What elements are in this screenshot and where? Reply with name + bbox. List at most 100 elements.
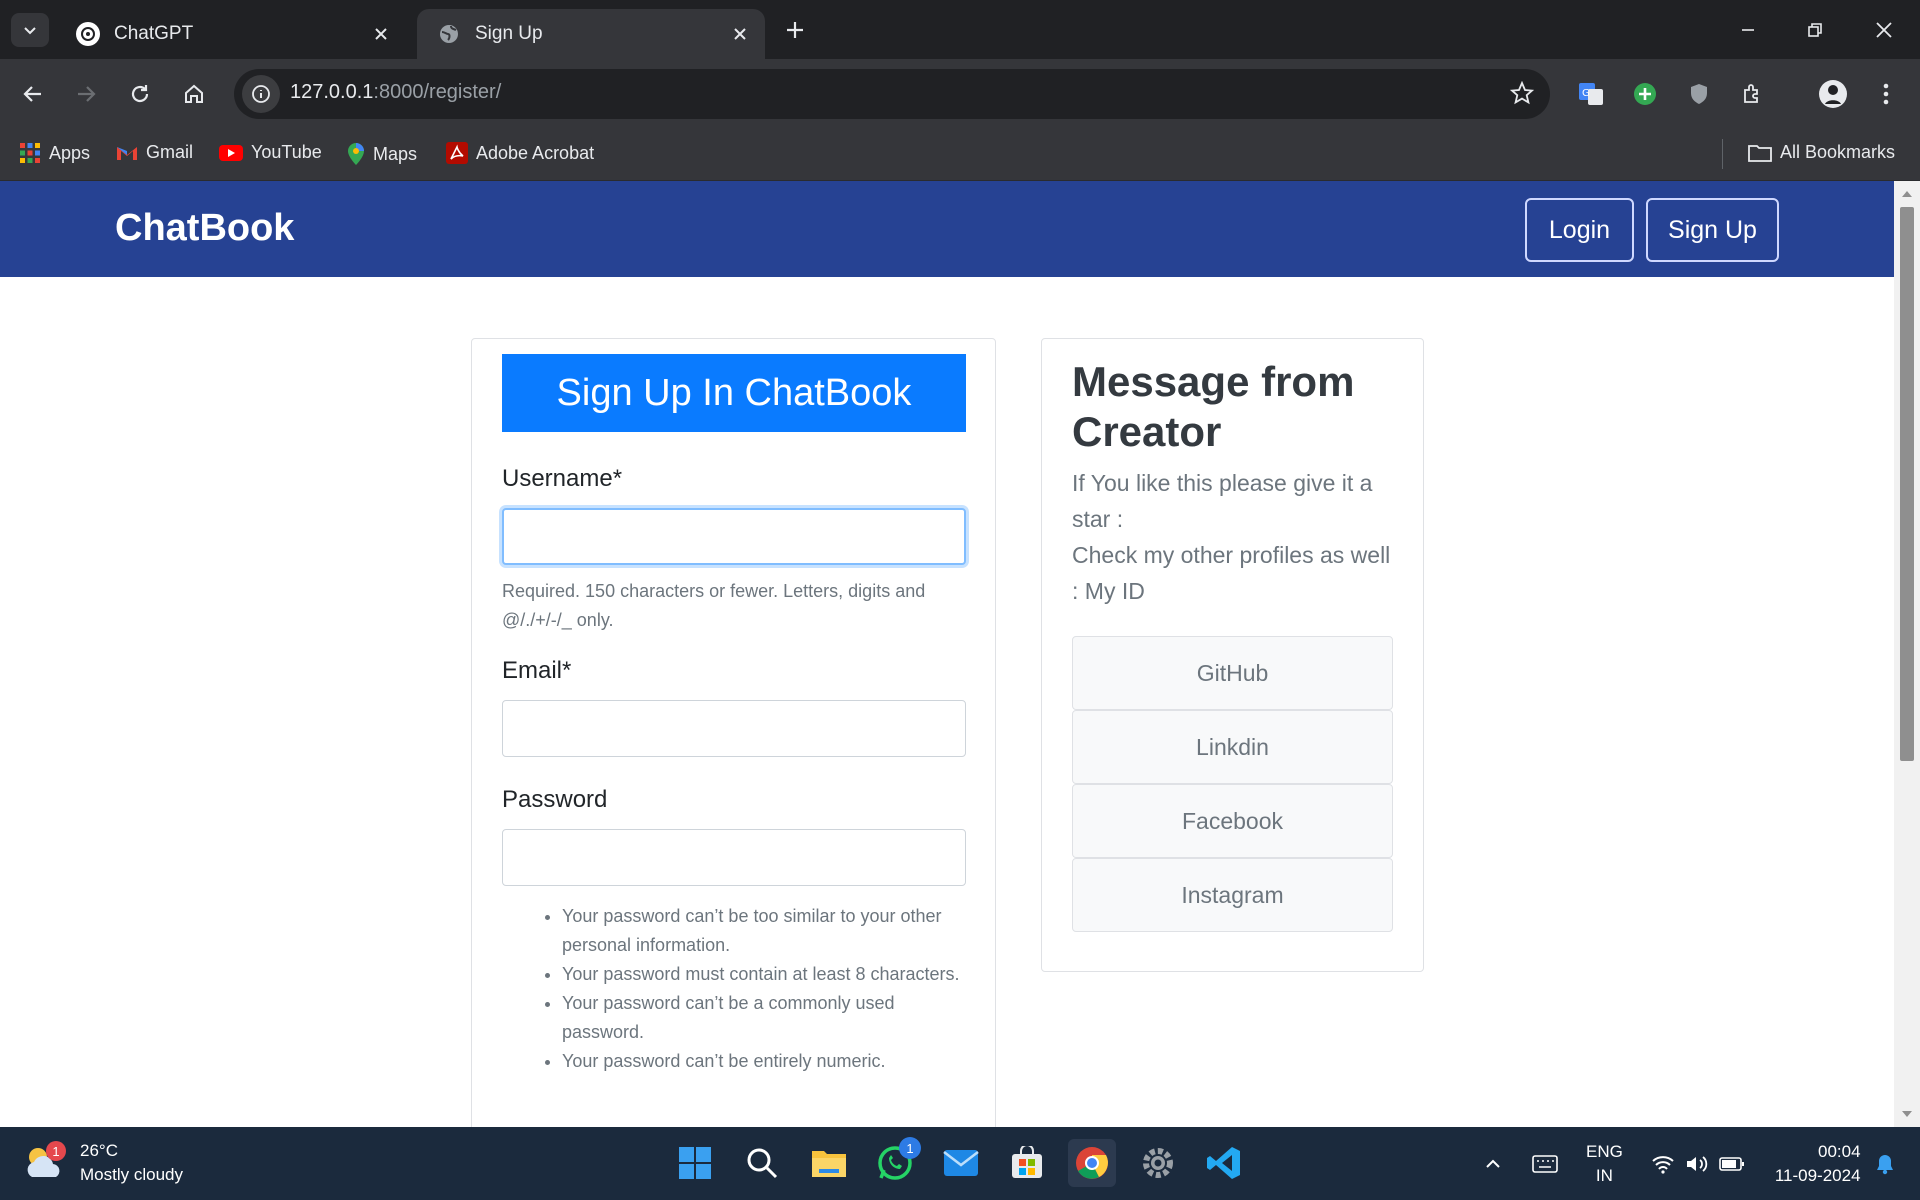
acrobat-icon [446, 142, 468, 164]
weather-condition: Mostly cloudy [80, 1165, 183, 1184]
arrow-right-icon [78, 86, 96, 102]
volume-icon[interactable] [1685, 1154, 1709, 1174]
chevron-down-icon [24, 27, 36, 35]
bookmark-gmail[interactable]: Gmail [116, 142, 193, 163]
profile-avatar[interactable] [1815, 76, 1851, 112]
bookmark-label: Maps [373, 143, 418, 164]
browser-tab-strip: ChatGPT Sign Up [0, 0, 1920, 59]
weather-widget[interactable]: 1 26°C Mostly cloudy [24, 1139, 183, 1187]
login-button[interactable]: Login [1525, 198, 1634, 262]
tab-chatgpt[interactable]: ChatGPT [56, 9, 406, 59]
bookmark-adobe-acrobat[interactable]: Adobe Acrobat [446, 142, 594, 164]
password-rule: Your password can’t be too similar to yo… [562, 902, 966, 960]
instagram-button[interactable]: Instagram [1072, 858, 1393, 932]
scroll-thumb[interactable] [1900, 207, 1914, 761]
globe-icon [437, 22, 461, 46]
notification-bell-icon[interactable] [1875, 1153, 1895, 1175]
cloudy-weather-icon: 1 [24, 1141, 66, 1183]
password-rules: Your password can’t be too similar to yo… [562, 902, 966, 1076]
google-translate-icon: G [1579, 83, 1603, 105]
message-title: Message from Creator [1072, 358, 1355, 455]
plus-circle-icon [1634, 83, 1656, 105]
bookmark-label: Apps [49, 142, 91, 163]
reload-button[interactable] [122, 76, 158, 112]
username-help-text: Required. 150 characters or fewer. Lette… [502, 581, 926, 630]
vscode-icon [1207, 1147, 1240, 1179]
tab-search-button[interactable] [11, 13, 49, 47]
chrome-button[interactable] [1068, 1139, 1116, 1187]
page-scrollbar[interactable] [1894, 181, 1920, 1127]
bookmark-label: Gmail [146, 142, 194, 162]
bookmark-star-icon[interactable] [1509, 80, 1535, 110]
chrome-icon [1076, 1147, 1108, 1179]
forward-button[interactable] [68, 76, 104, 112]
plus-icon [787, 22, 803, 38]
all-bookmarks[interactable]: All Bookmarks [1748, 142, 1895, 163]
signup-nav-button[interactable]: Sign Up [1646, 198, 1779, 262]
store-icon [1012, 1146, 1042, 1178]
github-button[interactable]: GitHub [1072, 636, 1393, 710]
home-button[interactable] [176, 76, 212, 112]
bookmark-youtube[interactable]: YouTube [219, 142, 322, 163]
translate-extension-button[interactable]: G [1573, 76, 1609, 112]
shield-icon [1691, 84, 1707, 104]
url-host: 127.0.0.1 [290, 81, 374, 103]
tab-title: Sign Up [475, 23, 543, 44]
reload-icon [131, 85, 149, 103]
tab-sign-up[interactable]: Sign Up [417, 9, 765, 59]
settings-button[interactable] [1134, 1139, 1182, 1187]
address-bar[interactable]: 127.0.0.1:8000/register/ [234, 69, 1550, 119]
store-button[interactable] [1003, 1139, 1051, 1187]
email-input[interactable] [502, 700, 966, 757]
chatgpt-icon [76, 22, 100, 46]
apps-grid-icon [19, 142, 41, 164]
file-explorer-button[interactable] [805, 1139, 853, 1187]
whatsapp-button[interactable]: 1 [871, 1137, 921, 1187]
restore-icon [1808, 23, 1822, 37]
clock[interactable]: 00:04 11-09-2024 [1775, 1140, 1861, 1188]
mail-button[interactable] [937, 1139, 985, 1187]
extensions-button[interactable] [1735, 76, 1771, 112]
username-input[interactable] [502, 508, 966, 565]
restore-button[interactable] [1797, 12, 1833, 48]
battery-icon[interactable] [1719, 1156, 1745, 1172]
whatsapp-badge: 1 [899, 1137, 921, 1159]
bookmark-maps[interactable]: Maps [347, 142, 417, 166]
search-button[interactable] [738, 1139, 786, 1187]
new-tab-button[interactable] [779, 14, 811, 46]
close-window-button[interactable] [1866, 12, 1902, 48]
page-viewport: ChatBook Login Sign Up Sign Up In ChatBo… [0, 181, 1894, 1127]
keyboard-icon[interactable] [1532, 1154, 1558, 1173]
start-button[interactable] [671, 1139, 719, 1187]
scroll-down-icon[interactable] [1901, 1109, 1913, 1119]
language-indicator[interactable]: ENG IN [1586, 1140, 1623, 1188]
vscode-button[interactable] [1200, 1139, 1248, 1187]
add-extension-button[interactable] [1627, 76, 1663, 112]
password-label: Password [502, 786, 608, 813]
bookmark-apps[interactable]: Apps [19, 142, 90, 164]
password-input[interactable] [502, 829, 966, 886]
facebook-button[interactable]: Facebook [1072, 784, 1393, 858]
minimize-button[interactable] [1730, 12, 1766, 48]
weather-badge: 1 [46, 1141, 66, 1161]
chevron-up-icon[interactable] [1478, 1158, 1508, 1170]
wifi-icon[interactable] [1651, 1154, 1675, 1174]
back-button[interactable] [15, 76, 51, 112]
site-info-icon[interactable] [242, 75, 280, 113]
search-icon [747, 1148, 778, 1179]
gmail-icon [116, 144, 138, 162]
folder-icon [1748, 143, 1772, 163]
message-line-star: If You like this please give it a star : [1072, 470, 1373, 532]
scroll-up-icon[interactable] [1901, 189, 1913, 199]
close-icon[interactable] [729, 23, 751, 45]
windows-start-icon [679, 1147, 711, 1179]
windows-taskbar: 1 26°C Mostly cloudy 1 ENG IN 00:04 11-0… [0, 1127, 1920, 1200]
shield-extension-button[interactable] [1681, 76, 1717, 112]
close-icon[interactable] [370, 23, 392, 45]
linkedin-button[interactable]: Linkdin [1072, 710, 1393, 784]
all-bookmarks-label: All Bookmarks [1780, 142, 1896, 162]
temperature: 26°C [80, 1141, 118, 1160]
browser-menu-button[interactable] [1868, 76, 1904, 112]
youtube-icon [219, 144, 243, 162]
site-brand[interactable]: ChatBook [115, 207, 294, 250]
